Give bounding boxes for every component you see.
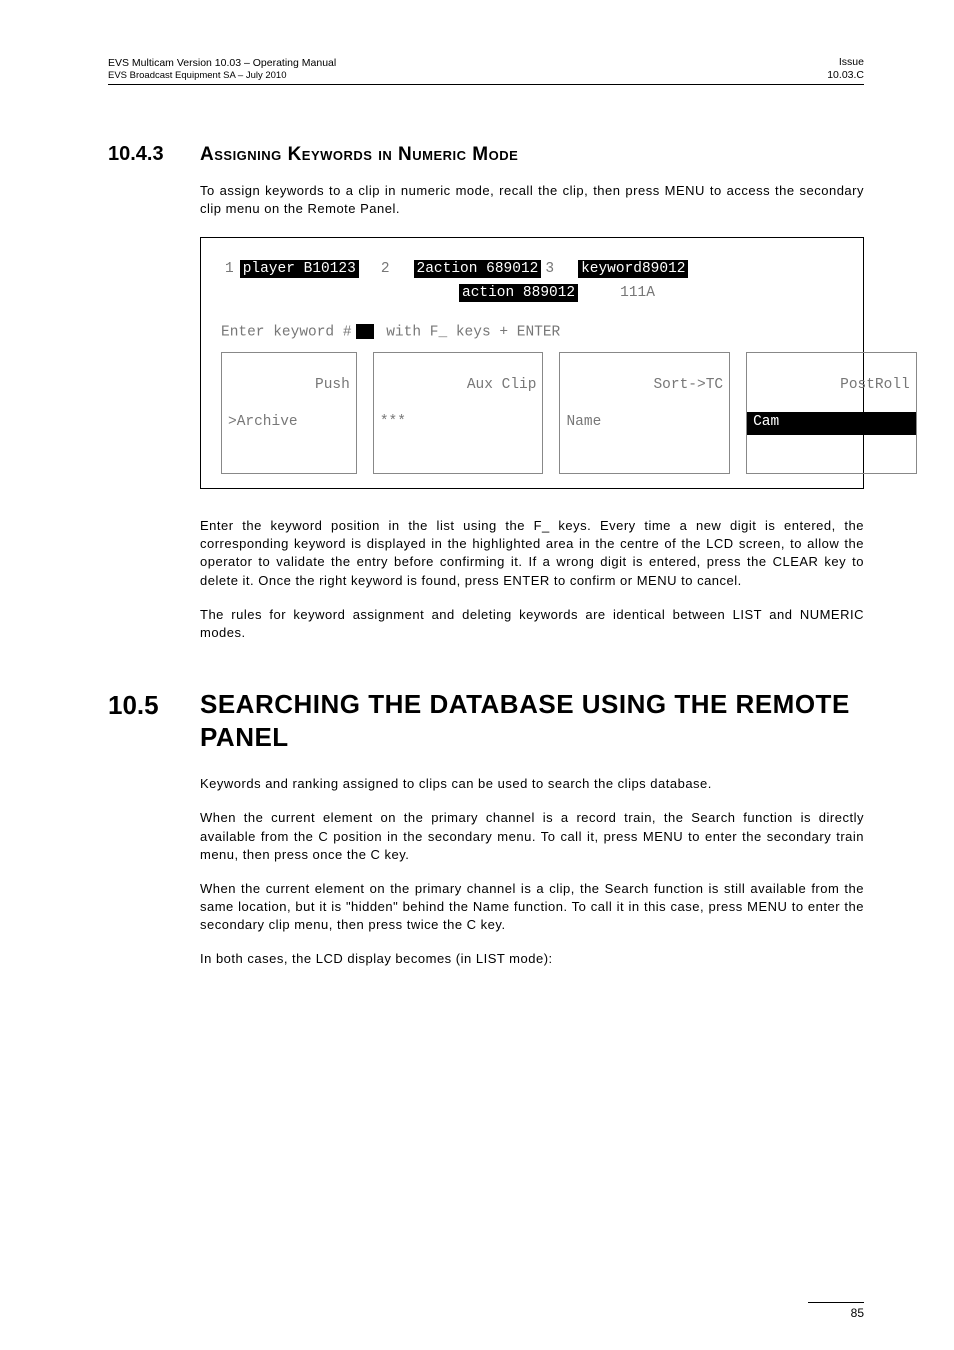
header-left-line1: EVS Multicam Version 10.03 – Operating M… (108, 57, 336, 70)
header-right-line2: 10.03.C (827, 69, 864, 82)
header-right-line1: Issue (827, 56, 864, 69)
lcd-slot-1-tag: player B10123 (240, 260, 359, 278)
intro-paragraph: To assign keywords to a clip in numeric … (200, 182, 864, 218)
lcd-button-row: Push >Archive Aux Clip *** Sort->TC Name… (221, 352, 843, 474)
page-header: EVS Multicam Version 10.03 – Operating M… (108, 56, 864, 85)
sec2-p1: Keywords and ranking assigned to clips c… (200, 775, 864, 793)
section-10-5-heading: 10.5 SEARCHING THE DATABASE USING THE RE… (108, 688, 864, 753)
lcd-mid-tag: action 889012 (459, 284, 578, 302)
lcd-button-auxclip: Aux Clip *** (373, 352, 544, 474)
header-right: Issue 10.03.C (827, 56, 864, 82)
lcd-slot-1-num: 1 (225, 261, 234, 277)
sec2-p2: When the current element on the primary … (200, 809, 864, 864)
lcd-enter-pre: Enter keyword # (221, 324, 352, 340)
lcd-slot-2-tag: 2action 689012 (414, 260, 542, 278)
lcd-btn4-line2: Cam (747, 412, 916, 435)
lcd-btn3-line1: Sort->TC (653, 377, 723, 393)
lcd-slot-3-num: 3 (545, 261, 554, 277)
lcd-enter-line: Enter keyword # with F_ keys + ENTER (221, 324, 843, 340)
paragraph-after-lcd-2: The rules for keyword assignment and del… (200, 606, 864, 642)
section-title: Assigning Keywords in Numeric Mode (200, 144, 518, 166)
lcd-btn4-line1: PostRoll (840, 377, 910, 393)
lcd-slot-3-tag: keyword89012 (578, 260, 688, 278)
lcd-slot-2-num: 2 (381, 261, 390, 277)
lcd-button-archive: Push >Archive (221, 352, 357, 474)
section-10-5-title: SEARCHING THE DATABASE USING THE REMOTE … (200, 688, 864, 753)
section-number: 10.4.3 (108, 143, 200, 166)
header-left-line2: EVS Broadcast Equipment SA – July 2010 (108, 70, 336, 82)
header-left: EVS Multicam Version 10.03 – Operating M… (108, 57, 336, 82)
lcd-button-sort: Sort->TC Name (559, 352, 730, 474)
sec2-p3: When the current element on the primary … (200, 880, 864, 935)
lcd-panel: 1 player B10123 2 2action 689012 3 keywo… (200, 237, 864, 489)
lcd-mid-plain: 111A (620, 285, 655, 301)
lcd-btn2-line1: Aux Clip (467, 377, 537, 393)
sec2-p4: In both cases, the LCD display becomes (… (200, 950, 864, 968)
lcd-button-postroll: PostRoll Cam (746, 352, 917, 474)
section-10-4-3-heading: 10.4.3 Assigning Keywords in Numeric Mod… (108, 143, 864, 166)
lcd-btn3-line2: Name (566, 413, 723, 432)
lcd-btn1-line2: >Archive (228, 413, 350, 432)
section-10-5-number: 10.5 (108, 688, 200, 721)
paragraph-after-lcd-1: Enter the keyword position in the list u… (200, 517, 864, 590)
page-number: 85 (808, 1302, 864, 1320)
cursor-block-icon (356, 324, 374, 339)
lcd-btn2-line2: *** (380, 413, 537, 432)
lcd-row-mid: action 889012 111A (221, 284, 843, 302)
lcd-row-top: 1 player B10123 2 2action 689012 3 keywo… (221, 260, 843, 278)
lcd-enter-post: with F_ keys + ENTER (378, 324, 561, 340)
lcd-btn1-line1: Push (315, 377, 350, 393)
